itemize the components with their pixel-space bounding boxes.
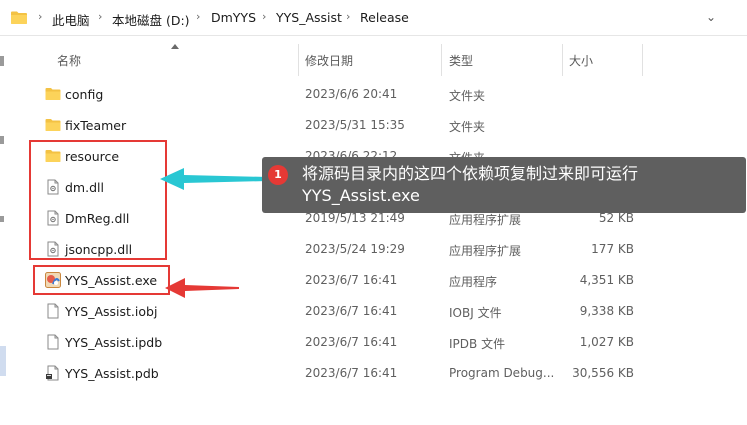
file-name: config [65,87,104,102]
breadcrumb-yys-assist[interactable]: YYS_Assist [276,10,342,25]
file-name: YYS_Assist.pdb [65,366,159,381]
step-badge: 1 [268,165,288,185]
file-type: 应用程序 [449,275,498,289]
red-arrow-icon [165,278,239,298]
nav-scroll-tick [0,136,4,144]
highlight-exe-box [33,265,170,295]
column-header: 名称 修改日期 类型 大小 [30,36,747,76]
chevron-right-icon: › [346,10,351,23]
file-name: fixTeamer [65,118,127,133]
file-size: 1,027 KB [579,335,634,349]
chevron-right-icon: › [196,10,201,23]
file-size: 4,351 KB [579,273,634,287]
file-type: IOBJ 文件 [449,306,502,320]
file-size: 30,556 KB [572,366,634,380]
column-name[interactable]: 名称 [57,52,81,69]
file-type: IPDB 文件 [449,337,506,351]
column-modified[interactable]: 修改日期 [305,52,353,69]
chevron-down-icon[interactable]: ⌄ [706,10,716,24]
chevron-right-icon: › [98,10,103,23]
file-size: 9,338 KB [579,304,634,318]
callout-text: 将源码目录内的这四个依赖项复制过来即可运行 YYS_Assist.exe [302,163,638,207]
file-size: 177 KB [591,242,634,256]
callout-line-2: YYS_Assist.exe [302,186,420,205]
file-modified-date: 2023/5/24 19:29 [305,242,405,256]
file-type: Program Debug... [449,366,555,380]
file-modified-date: 2023/6/7 16:41 [305,273,398,287]
file-icon [45,303,61,319]
annotation-callout: 1 将源码目录内的这四个依赖项复制过来即可运行 YYS_Assist.exe [262,157,746,213]
folder-icon [45,117,61,133]
navigation-pane-edge [0,36,30,425]
file-modified-date: 2023/6/7 16:41 [305,335,398,349]
breadcrumb-release[interactable]: Release [360,10,409,25]
chevron-right-icon: › [38,10,43,23]
cyan-arrow-icon [160,168,268,190]
column-divider[interactable] [642,44,643,76]
file-modified-date: 2023/6/7 16:41 [305,366,398,380]
pdb-file-icon [45,365,61,381]
file-size: 52 KB [598,211,634,225]
column-divider[interactable] [298,44,299,76]
callout-line-1: 将源码目录内的这四个依赖项复制过来即可运行 [302,164,639,183]
nav-scroll-tick [0,216,4,222]
highlight-dependencies-box [29,140,167,260]
file-type: 文件夹 [449,120,486,134]
breadcrumb-dmyys[interactable]: DmYYS [211,10,256,25]
file-name: YYS_Assist.ipdb [65,335,163,350]
address-bar[interactable]: › 此电脑 › 本地磁盘 (D:) › DmYYS › YYS_Assist ›… [0,0,747,36]
file-modified-date: 2023/6/7 16:41 [305,304,398,318]
file-name: YYS_Assist.iobj [65,304,158,319]
file-modified-date: 2019/5/13 21:49 [305,211,405,225]
file-row[interactable]: config 2023/6/6 20:41 文件夹 [30,79,747,110]
file-modified-date: 2023/6/6 20:41 [305,87,398,101]
column-divider[interactable] [441,44,442,76]
nav-selected-marker [0,346,6,376]
file-row[interactable]: YYS_Assist.ipdb 2023/6/7 16:41 IPDB 文件 1,02… [30,327,747,358]
sort-ascending-icon [171,44,179,49]
file-row[interactable]: YYS_Assist.pdb 2023/6/7 16:41 Program Debu… [30,358,747,389]
file-type: 应用程序扩展 [449,244,522,258]
breadcrumb-local-disk[interactable]: 本地磁盘 (D:) [112,10,190,29]
file-row[interactable]: fixTeamer 2023/5/31 15:35 文件夹 [30,110,747,141]
nav-scroll-tick [0,56,4,66]
file-modified-date: 2023/5/31 15:35 [305,118,405,132]
chevron-right-icon: › [262,10,267,23]
column-size[interactable]: 大小 [569,52,593,69]
file-type: 应用程序扩展 [449,213,522,227]
column-type[interactable]: 类型 [449,52,473,69]
column-divider[interactable] [562,44,563,76]
file-type: 文件夹 [449,89,486,103]
file-row[interactable]: YYS_Assist.iobj 2023/6/7 16:41 IOBJ 文件 9,33… [30,296,747,327]
file-icon [45,334,61,350]
folder-icon [11,11,27,24]
folder-icon [45,86,61,102]
breadcrumb-this-pc[interactable]: 此电脑 [52,10,90,29]
